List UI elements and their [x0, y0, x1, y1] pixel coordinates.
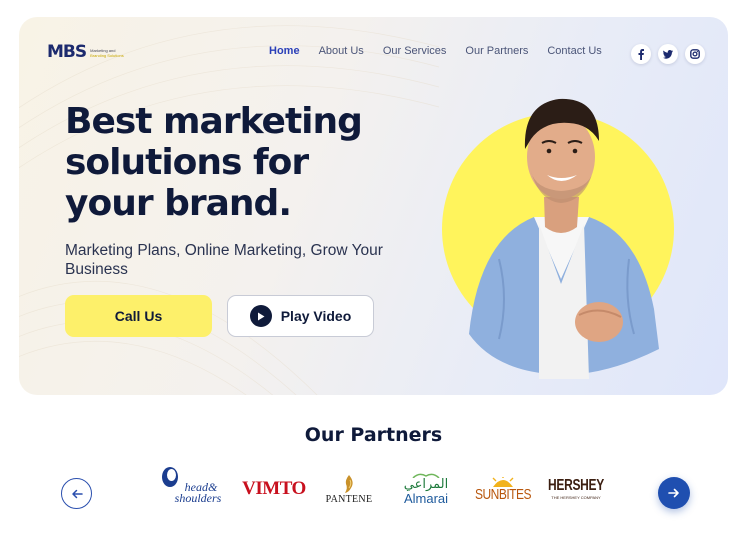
arrow-left-icon — [71, 489, 83, 498]
head-shoulders-text-2: shoulders — [174, 491, 222, 505]
logo-tagline: Marketing and Branding Solutions — [90, 48, 126, 58]
head-shoulders-emblem — [162, 467, 178, 487]
play-icon — [249, 305, 272, 327]
nav-item-our-services[interactable]: Our Services — [383, 45, 447, 57]
facebook-icon[interactable] — [631, 44, 651, 64]
pantene-flame-icon — [345, 474, 353, 493]
hershey-text: HERSHEY — [548, 475, 604, 495]
partners-next-button[interactable] — [658, 477, 690, 509]
nav-item-contact-us[interactable]: Contact Us — [547, 45, 601, 57]
partner-logo-pantene[interactable]: PANTENE — [318, 462, 380, 516]
arrow-right-icon — [668, 488, 679, 498]
hero-subline: Marketing Plans, Online Marketing, Grow … — [65, 242, 383, 278]
hero-headline: Best marketing solutions for your brand. — [65, 101, 363, 224]
sunbites-text: SUNBITES — [475, 485, 532, 503]
logo-tagline-line2: Branding Solutions — [90, 52, 124, 58]
logo-mark: MBS — [47, 42, 87, 62]
partner-logo-head-shoulders[interactable]: head& shoulders — [158, 462, 224, 516]
partner-logo-hershey[interactable]: HERSHEY THE HERSHEY COMPANY — [542, 462, 610, 516]
play-video-button[interactable]: Play Video — [227, 295, 374, 337]
hero-person-image — [442, 98, 674, 379]
call-us-button[interactable]: Call Us — [65, 295, 212, 337]
brand-logo[interactable]: MBS Marketing and Branding Solutions — [47, 44, 126, 61]
partner-logo-almarai[interactable]: المراعي Almarai — [396, 462, 456, 516]
social-links — [631, 44, 705, 64]
hershey-subtext: THE HERSHEY COMPANY — [551, 495, 601, 500]
nav-item-our-partners[interactable]: Our Partners — [465, 45, 528, 57]
almarai-arabic-text: المراعي — [403, 477, 449, 492]
instagram-icon[interactable] — [685, 44, 705, 64]
partner-logos-carousel: head& shoulders VIMTO PANTENE المراعي Al… — [158, 462, 618, 516]
hero-section: MBS Marketing and Branding Solutions Hom… — [19, 17, 728, 395]
main-nav: Home About Us Our Services Our Partners … — [269, 45, 602, 57]
twitter-icon[interactable] — [658, 44, 678, 64]
partners-prev-button[interactable] — [61, 478, 92, 509]
almarai-english-text: Almarai — [403, 491, 449, 506]
partner-logo-vimto[interactable]: VIMTO — [242, 462, 306, 516]
nav-item-about-us[interactable]: About Us — [319, 45, 364, 57]
partner-logo-sunbites[interactable]: SUNBITES — [475, 462, 532, 516]
vimto-text: VIMTO — [242, 478, 306, 499]
nav-item-home[interactable]: Home — [269, 45, 300, 57]
play-video-label: Play Video — [280, 308, 352, 324]
pantene-text: PANTENE — [325, 493, 373, 505]
partners-title: Our Partners — [304, 424, 443, 446]
